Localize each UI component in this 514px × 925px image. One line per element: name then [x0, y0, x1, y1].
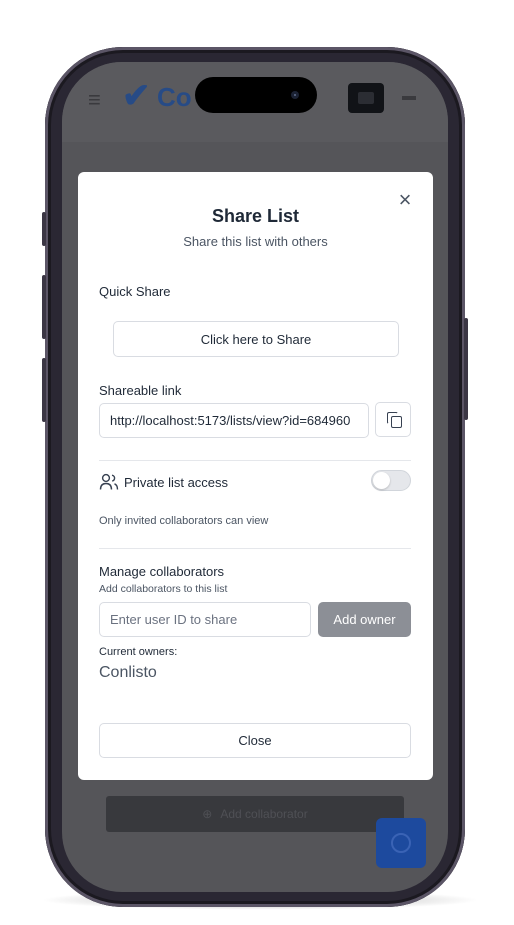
app-logo-text: Co [157, 82, 192, 112]
action-button [42, 212, 46, 246]
phone-screen: ≡ ✔ Co ⊕ Add collaborator × Share List Sh… [62, 62, 448, 892]
profile-button[interactable] [348, 83, 384, 113]
divider [99, 548, 411, 549]
checkmark-logo-icon: ✔ [122, 77, 151, 115]
power-button [464, 318, 468, 420]
owner-name: Conlisto [99, 664, 157, 681]
quick-share-label: Quick Share [99, 284, 171, 299]
copy-link-button[interactable] [375, 402, 411, 437]
modal-subtitle: Share this list with others [183, 234, 328, 249]
manage-collaborators-subtitle: Add collaborators to this list [99, 583, 228, 595]
divider [99, 460, 411, 461]
private-access-label: Private list access [124, 475, 229, 490]
shareable-link-field[interactable] [99, 403, 369, 438]
menu-icon[interactable]: ≡ [88, 87, 101, 113]
header-decoration [402, 96, 416, 100]
private-access-toggle[interactable] [371, 470, 411, 491]
dynamic-island [195, 77, 317, 113]
shareable-link-label: Shareable link [99, 383, 182, 398]
manage-collaborators-title: Manage collaborators [99, 564, 225, 579]
background-add-collaborator-button: ⊕ Add collaborator [106, 796, 404, 832]
fab-icon [391, 833, 411, 853]
modal-title: Share List [211, 206, 300, 226]
toggle-knob [373, 472, 390, 489]
quick-share-button[interactable]: Click here to Share [113, 321, 399, 357]
share-list-modal: × Share List Share this list with others… [78, 172, 433, 780]
add-owner-button[interactable]: Add owner [318, 602, 411, 637]
users-icon [99, 473, 119, 490]
camera-lens [294, 94, 296, 96]
close-button[interactable]: Close [99, 723, 411, 758]
copy-icon [391, 416, 402, 428]
user-id-input[interactable] [99, 602, 311, 637]
background-button-label: Add collaborator [220, 807, 308, 821]
profile-icon [358, 92, 374, 104]
plus-icon: ⊕ [202, 807, 213, 821]
current-owners-label: Current owners: [99, 646, 178, 658]
volume-down-button [42, 358, 46, 422]
private-access-helper: Only invited collaborators can view [99, 515, 269, 527]
floating-action-button [376, 818, 426, 868]
volume-up-button [42, 275, 46, 339]
